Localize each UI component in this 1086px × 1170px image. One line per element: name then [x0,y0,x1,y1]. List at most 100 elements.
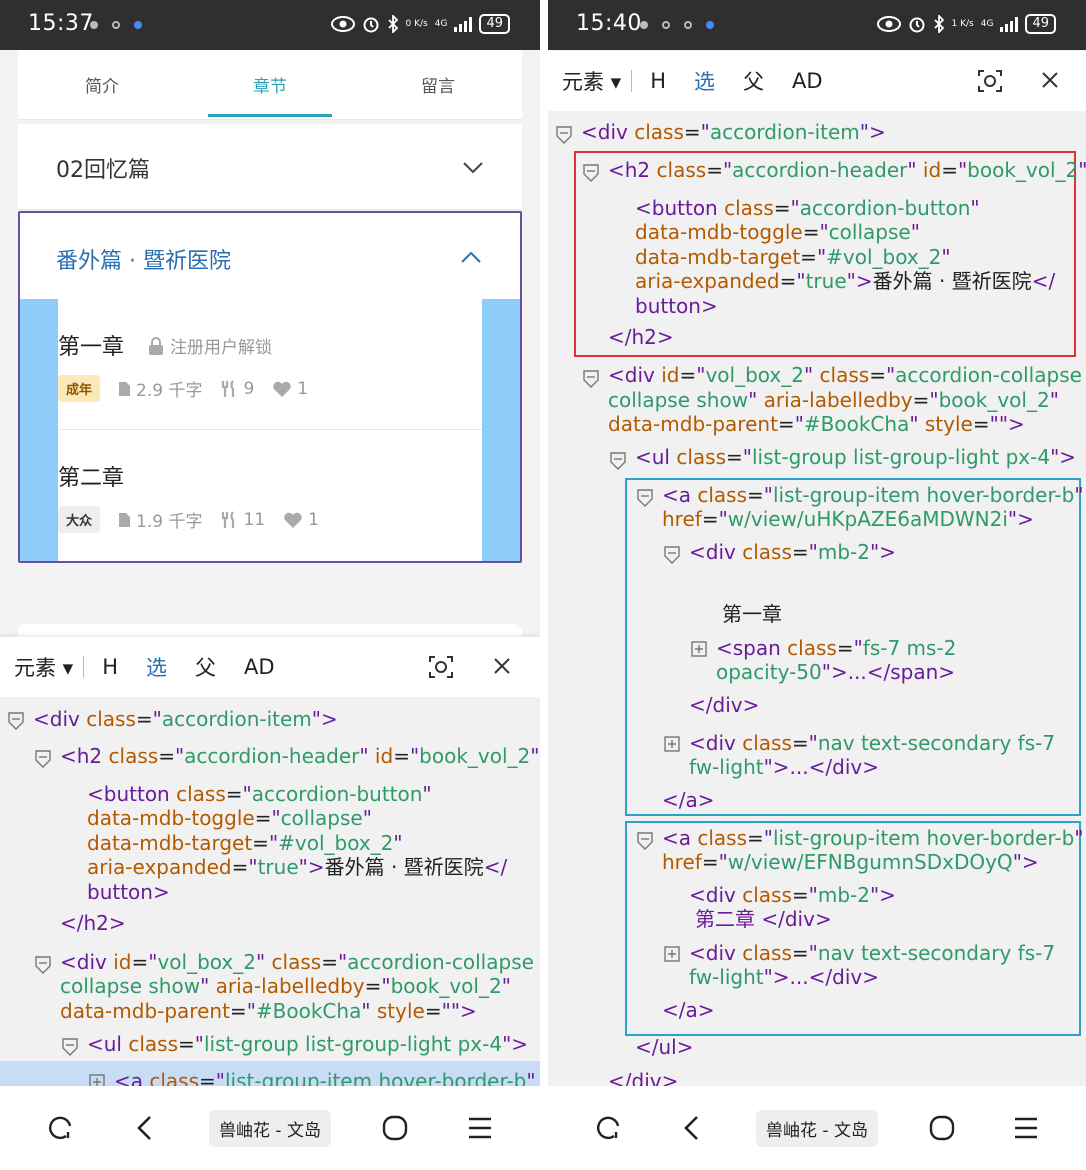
screenshot-divider [540,0,548,1170]
dom-attribute: aria-expanded="true">番外篇 · 暨祈医院</ [87,855,508,879]
parent-button[interactable]: 父 [181,652,230,682]
collapse-toggle-icon[interactable] [637,832,653,850]
ad-button[interactable]: AD [230,655,289,679]
collapse-toggle-icon[interactable] [35,956,51,974]
status-bar: 15:37 0 K/s 4G 49 [0,0,540,50]
comment-count: 9 [243,378,255,399]
menu-icon[interactable] [460,1108,500,1148]
menu-icon[interactable] [1006,1108,1046,1148]
tab-chapters[interactable]: 章节 [208,54,332,117]
dom-close-tag: </div> [689,693,760,717]
dom-node[interactable]: <ul class="list-group list-group-light p… [635,445,1076,470]
collapse-toggle-icon[interactable] [556,126,572,144]
dom-attribute: data-mdb-target="#vol_box_2" [635,245,951,269]
volume-title[interactable]: 番外篇 · 暨祈医院 [56,243,231,275]
screenshot-icon[interactable] [428,655,454,679]
dom-close-tag: </h2> [60,911,126,935]
left-screenshot: 15:37 0 K/s 4G 49 简介 章节 留言 02回忆篇 番外篇 · 暨… [0,0,540,1170]
accordion-volume-1[interactable]: 02回忆篇 [18,124,522,210]
eye-icon [876,16,901,32]
home-icon[interactable] [375,1108,415,1148]
elements-menu[interactable]: 元素 ▾ [548,66,635,96]
tab-comments[interactable]: 留言 [376,54,500,115]
dom-node[interactable]: <div class="mb-2"> [689,883,896,908]
utensils-icon [222,379,235,397]
chapter-item[interactable]: 第二章 大众 1.9 千字 11 1 [58,429,482,559]
home-icon[interactable] [922,1108,962,1148]
dom-node[interactable]: <div id="vol_box_2" class="accordion-col… [60,950,534,975]
select-button[interactable]: 选 [132,652,181,682]
collapse-toggle-icon[interactable] [583,370,599,388]
back-icon[interactable] [672,1108,712,1148]
dom-node[interactable]: <div class="accordion-item"> [33,707,338,732]
dom-attribute: href="w/view/EFNBgumnSDxDOyQ"> [662,850,1039,874]
dom-text-node: 第二章 </div> [695,907,832,931]
collapse-toggle-icon[interactable] [35,750,51,768]
dom-node[interactable]: <div class="nav text-secondary fs-7 [689,731,1055,756]
current-app-label[interactable]: 兽岫花 - 文岛 [209,1109,331,1147]
back-icon[interactable] [125,1108,165,1148]
h-button[interactable]: H [636,69,680,93]
tab-intro[interactable]: 简介 [40,54,164,115]
chapter-meta: 成年 2.9 千字 9 1 [58,375,308,402]
signal-icon [1000,16,1019,32]
recent-apps-icon[interactable] [588,1108,628,1148]
collapse-toggle-icon[interactable] [8,712,24,730]
ad-button[interactable]: AD [778,69,837,93]
dom-node[interactable]: <h2 class="accordion-header" id="book_vo… [608,158,1086,183]
dom-node[interactable]: <div class="mb-2"> [689,540,896,565]
word-count: 1.9 千字 [136,512,203,532]
dom-node[interactable]: <h2 class="accordion-header" id="book_vo… [60,744,540,769]
collapse-toggle-icon[interactable] [583,164,599,182]
like-count: 1 [308,509,319,530]
collapse-toggle-icon[interactable] [610,452,626,470]
dom-node[interactable]: <span class="fs-7 ms-2 [716,636,956,661]
toolbar-divider [83,656,85,678]
elements-menu[interactable]: 元素 ▾ [0,652,87,682]
accordion-volume-2: 番外篇 · 暨祈医院 第一章 注册用户解锁 成年 2.9 千字 9 1 第二章 … [18,211,522,563]
parent-button[interactable]: 父 [729,66,778,96]
rating-badge: 成年 [58,375,101,402]
collapse-toggle-icon[interactable] [637,489,653,507]
dom-attribute: data-mdb-toggle="collapse" [87,806,372,830]
dom-node[interactable]: <button class="accordion-button" [87,782,432,807]
current-app-label[interactable]: 兽岫花 - 文岛 [756,1109,878,1147]
expand-toggle-icon[interactable] [664,735,680,753]
dom-node[interactable]: <ul class="list-group list-group-light p… [87,1032,528,1057]
chapter-name: 第一章 [58,335,125,360]
dom-attribute: fw-light">...</div> [689,755,879,779]
right-screenshot: 15:40 1 K/s 4G 49 元素 ▾ H 选 父 AD <div cla… [548,0,1086,1170]
status-icons: 1 K/s 4G 49 [876,14,1056,34]
dom-node[interactable]: <a class="list-group-item hover-border-b… [662,826,1084,851]
chapter-name: 第二章 [58,466,125,491]
dom-node[interactable]: <a class="list-group-item hover-border-b… [662,483,1084,508]
collapse-toggle-icon[interactable] [664,546,680,564]
comment-count: 11 [243,509,266,530]
dom-text-node: 第一章 [722,602,782,626]
recent-apps-icon[interactable] [40,1108,80,1148]
close-icon[interactable] [1040,70,1060,90]
net-speed: 1 K/s [951,18,974,29]
alarm-icon [363,17,379,33]
dom-node[interactable]: <button class="accordion-button" [635,196,980,221]
dom-close-tag: </a> [662,788,715,812]
dom-node[interactable]: <div id="vol_box_2" class="accordion-col… [608,363,1082,388]
status-bar: 15:40 1 K/s 4G 49 [548,0,1086,50]
h-button[interactable]: H [88,655,132,679]
collapse-toggle-icon[interactable] [62,1038,78,1056]
dom-node[interactable]: <div class="nav text-secondary fs-7 [689,941,1055,966]
dom-attribute: fw-light">...</div> [689,965,879,989]
select-button[interactable]: 选 [680,66,729,96]
chapter-item[interactable]: 第一章 注册用户解锁 成年 2.9 千字 9 1 [58,299,482,429]
close-icon[interactable] [492,656,512,676]
chapter-list: 第一章 注册用户解锁 成年 2.9 千字 9 1 第二章 大众 1.9 千字 1… [58,299,482,561]
notification-dots [640,21,714,29]
expand-toggle-icon[interactable] [664,945,680,963]
status-time: 15:37 [28,11,94,36]
chevron-up-icon[interactable] [460,247,482,269]
dom-node[interactable]: <div class="accordion-item"> [581,120,886,145]
screenshot-icon[interactable] [977,69,1003,93]
expand-toggle-icon[interactable] [691,640,707,658]
bluetooth-icon [387,15,398,33]
dom-tree: <div class="accordion-item"> <h2 class="… [548,111,1086,1093]
